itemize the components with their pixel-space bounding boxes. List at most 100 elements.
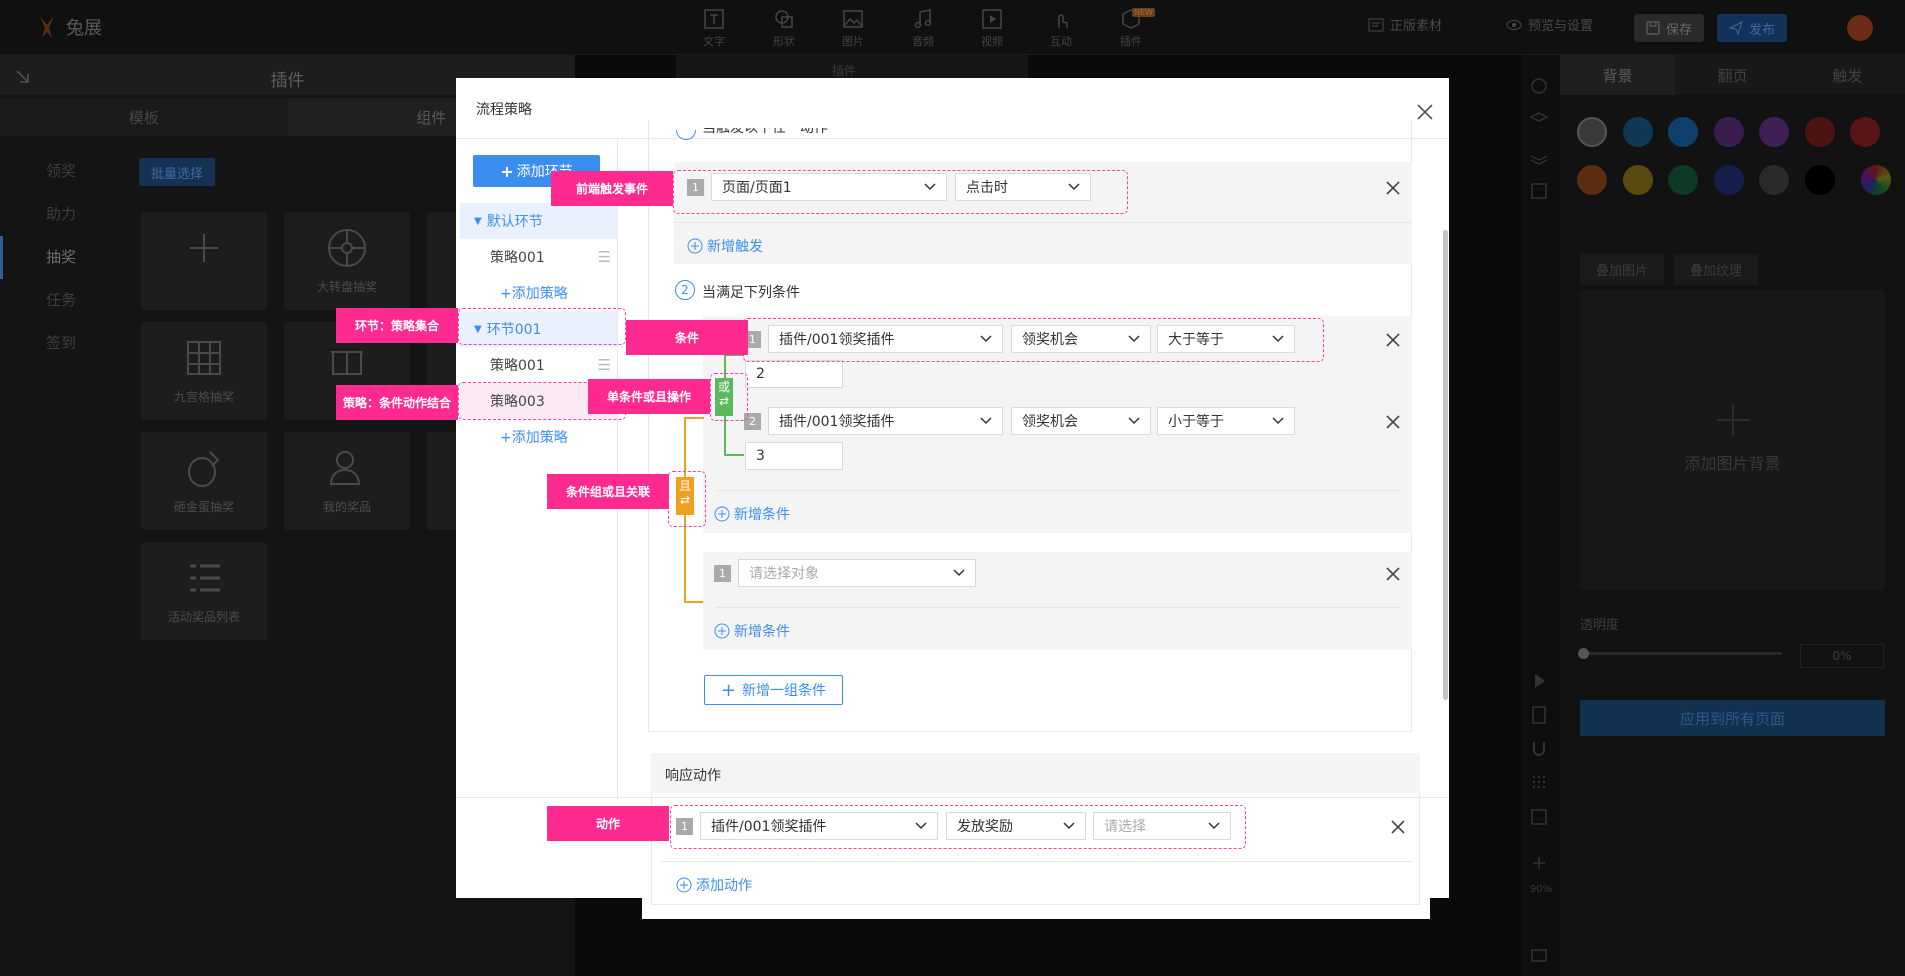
add-policy-link[interactable]: +添加策略 bbox=[500, 427, 568, 447]
color-swatch[interactable] bbox=[1668, 117, 1698, 147]
category-item[interactable]: 任务 bbox=[0, 279, 110, 322]
color-swatch[interactable] bbox=[1804, 165, 1835, 195]
bg-image-dropzone[interactable]: 添加图片背景 bbox=[1580, 290, 1885, 590]
color-swatch[interactable] bbox=[1668, 165, 1698, 195]
avatar[interactable] bbox=[1847, 15, 1873, 41]
toolbar-text[interactable]: 文字 bbox=[690, 8, 738, 49]
toolbar-shape[interactable]: 形状 bbox=[760, 8, 808, 49]
tab-page-turn[interactable]: 翻页 bbox=[1675, 55, 1790, 95]
add-action-link[interactable]: 添加动作 bbox=[676, 875, 752, 895]
add-policy-link[interactable]: +添加策略 bbox=[500, 283, 568, 303]
drag-handle-icon[interactable]: ☰ bbox=[598, 248, 611, 266]
stack-icon[interactable] bbox=[1528, 145, 1550, 167]
plugin-card[interactable]: 大转盘抽奖 bbox=[284, 212, 410, 310]
delete-action-icon[interactable] bbox=[1389, 818, 1407, 836]
apply-all-pages-button[interactable]: 应用到所有页面 bbox=[1580, 700, 1885, 736]
genuine-material-link[interactable]: 正版素材 bbox=[1368, 15, 1442, 34]
delete-trigger-icon[interactable] bbox=[1384, 179, 1402, 197]
toolbar-label: 插件 bbox=[1120, 35, 1142, 48]
delete-condition-icon[interactable] bbox=[1384, 413, 1402, 431]
plus-icon: + bbox=[500, 430, 512, 446]
drag-handle-icon[interactable]: ☰ bbox=[598, 356, 611, 374]
plugin-card[interactable]: 我的奖品 bbox=[284, 432, 410, 530]
ruler-icon[interactable] bbox=[1528, 806, 1550, 828]
color-swatch[interactable] bbox=[1713, 117, 1744, 147]
slider-handle[interactable] bbox=[1578, 648, 1589, 659]
layer-icon[interactable] bbox=[1528, 110, 1550, 132]
plugin-card[interactable]: 九宫格抽奖 bbox=[141, 322, 267, 420]
category-item-active[interactable]: 抽奖 bbox=[0, 236, 110, 279]
highlight-or bbox=[710, 373, 748, 421]
publish-button[interactable]: 发布 bbox=[1717, 14, 1787, 42]
plus-circle-icon bbox=[714, 506, 730, 522]
tree-policy[interactable]: 策略001 ☰ bbox=[460, 347, 617, 383]
condition-object-select[interactable]: 请选择对象 bbox=[738, 559, 976, 587]
color-swatch[interactable] bbox=[1622, 117, 1653, 147]
rotate-icon[interactable] bbox=[1528, 75, 1550, 97]
color-swatch[interactable] bbox=[1577, 117, 1607, 147]
condition-object-select[interactable]: 插件/001领奖插件 bbox=[768, 407, 1003, 435]
condition-value-input[interactable]: 3 bbox=[745, 442, 843, 470]
app-logo[interactable]: 兔展 bbox=[34, 12, 102, 42]
opacity-value[interactable]: 0% bbox=[1800, 644, 1884, 668]
tree-stage-default[interactable]: ▼ 默认环节 bbox=[460, 203, 617, 239]
batch-select-button[interactable]: 批量选择 bbox=[139, 158, 215, 186]
right-panel-tabs: 背景 翻页 触发 bbox=[1560, 55, 1905, 95]
toolbar-image[interactable]: 图片 bbox=[829, 8, 877, 49]
save-button[interactable]: 保存 bbox=[1634, 14, 1704, 42]
swatch-rainbow[interactable] bbox=[1861, 165, 1891, 195]
add-condition-link[interactable]: 新增条件 bbox=[714, 621, 790, 641]
toolbar-music[interactable]: 音频 bbox=[899, 8, 947, 49]
grid-icon bbox=[187, 341, 221, 375]
category-item[interactable]: 签到 bbox=[0, 322, 110, 365]
toolbar-video[interactable]: 视频 bbox=[968, 8, 1016, 49]
delete-condition-icon[interactable] bbox=[1384, 331, 1402, 349]
condition-operator-select[interactable]: 小于等于 bbox=[1157, 407, 1295, 435]
close-icon[interactable] bbox=[1414, 101, 1436, 123]
plugin-card[interactable]: 活动奖品列表 bbox=[141, 542, 267, 640]
add-condition-link[interactable]: 新增条件 bbox=[714, 504, 790, 524]
tab-overlay-texture[interactable]: 叠加纹理 bbox=[1674, 254, 1759, 285]
crop-icon[interactable] bbox=[1528, 180, 1550, 202]
color-swatch[interactable] bbox=[1850, 117, 1880, 147]
color-swatch[interactable] bbox=[1759, 165, 1789, 195]
plugin-card[interactable]: 砸金蛋抽奖 bbox=[141, 432, 267, 530]
color-swatch[interactable] bbox=[1577, 165, 1607, 195]
condition-value-input[interactable]: 2 bbox=[745, 360, 843, 388]
color-swatch[interactable] bbox=[1713, 165, 1744, 195]
condition-attr-select[interactable]: 领奖机会 bbox=[1011, 407, 1151, 435]
annotation-stage: 环节：策略集合 bbox=[336, 308, 458, 343]
chat-icon[interactable] bbox=[1528, 945, 1550, 967]
divider bbox=[662, 861, 1412, 862]
plugin-card-partial[interactable] bbox=[427, 212, 457, 310]
add-condition-group-button[interactable]: + 新增一组条件 bbox=[704, 675, 843, 705]
add-trigger-link[interactable]: 新增触发 bbox=[687, 236, 763, 256]
page-icon[interactable] bbox=[1528, 704, 1550, 726]
tree-policy[interactable]: 策略001 ☰ bbox=[460, 239, 617, 275]
preview-settings-link[interactable]: 预览与设置 bbox=[1506, 15, 1593, 34]
category-item[interactable]: 领奖 bbox=[0, 150, 110, 193]
color-swatch[interactable] bbox=[1759, 117, 1789, 147]
category-item[interactable]: 助力 bbox=[0, 193, 110, 236]
color-swatch[interactable] bbox=[1622, 165, 1653, 195]
tab-background[interactable]: 背景 bbox=[1560, 55, 1675, 95]
delete-condition-icon[interactable] bbox=[1384, 565, 1402, 583]
grid-dots-icon[interactable] bbox=[1528, 772, 1550, 794]
plugin-card-add[interactable] bbox=[141, 212, 267, 310]
color-swatch[interactable] bbox=[1804, 117, 1835, 147]
toolbar-plugin[interactable]: 插件 NEW bbox=[1107, 8, 1155, 49]
play-icon[interactable] bbox=[1528, 670, 1550, 692]
tab-trigger[interactable]: 触发 bbox=[1790, 55, 1905, 95]
music-icon bbox=[914, 9, 932, 29]
opacity-slider[interactable] bbox=[1578, 648, 1782, 659]
tab-templates[interactable]: 模板 bbox=[0, 98, 288, 136]
zoom-in-icon[interactable] bbox=[1528, 852, 1550, 874]
magnet-icon[interactable] bbox=[1528, 738, 1550, 760]
plugin-card-partial[interactable] bbox=[427, 432, 457, 530]
toolbar-label: 形状 bbox=[773, 35, 795, 48]
scrollbar[interactable] bbox=[1443, 230, 1448, 700]
card-label: 活动奖品列表 bbox=[167, 610, 240, 624]
stage-label: 默认环节 bbox=[486, 214, 543, 230]
toolbar-interaction[interactable]: 互动 bbox=[1037, 8, 1085, 49]
tab-overlay-image[interactable]: 叠加图片 bbox=[1580, 254, 1665, 285]
